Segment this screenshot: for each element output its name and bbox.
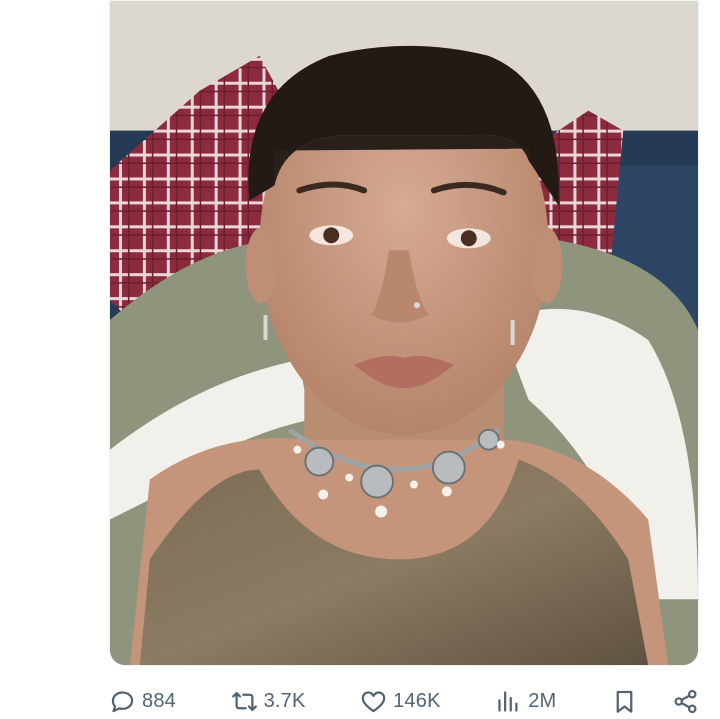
- ear-right: [530, 227, 563, 304]
- share-icon: [674, 689, 697, 713]
- retweet-button[interactable]: 3.7K: [231, 688, 306, 715]
- photo-selfie: [110, 1, 698, 665]
- bookmark-icon: [616, 690, 633, 713]
- nose-ring: [413, 302, 420, 309]
- views-button[interactable]: 2M: [495, 688, 556, 715]
- like-button[interactable]: 146K: [360, 688, 441, 715]
- share-button[interactable]: [672, 688, 699, 715]
- tweet-action-bar: 884 3.7K 146K 2M: [109, 683, 699, 719]
- reply-button[interactable]: 884: [109, 688, 176, 715]
- tweet-photo[interactable]: [109, 0, 699, 666]
- reply-icon: [111, 690, 134, 712]
- retweet-count: 3.7K: [263, 690, 306, 712]
- secondary-actions: [611, 688, 699, 715]
- ear-left: [245, 227, 278, 304]
- like-count: 146K: [393, 690, 441, 712]
- bar-chart-icon: [498, 690, 518, 712]
- reply-count: 884: [142, 690, 176, 712]
- retweet-icon: [231, 691, 257, 711]
- heart-icon: [361, 690, 386, 712]
- views-count: 2M: [528, 690, 557, 712]
- bookmark-button[interactable]: [611, 688, 638, 715]
